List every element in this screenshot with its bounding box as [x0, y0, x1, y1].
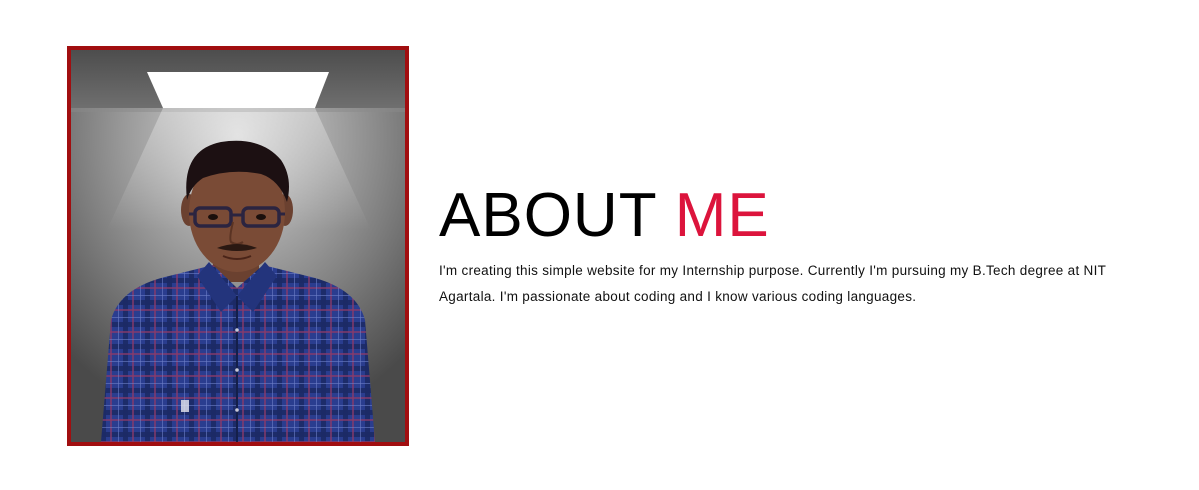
about-title-main: ABOUT [439, 181, 657, 250]
about-section: ABOUT ME I'm creating this simple websit… [0, 0, 1199, 490]
profile-photo-frame [67, 46, 409, 446]
about-text-block: ABOUT ME I'm creating this simple websit… [439, 180, 1159, 310]
about-title-accent: ME [674, 181, 770, 250]
about-title: ABOUT ME [439, 180, 1159, 252]
about-description: I'm creating this simple website for my … [439, 263, 1106, 304]
profile-photo [71, 50, 405, 442]
